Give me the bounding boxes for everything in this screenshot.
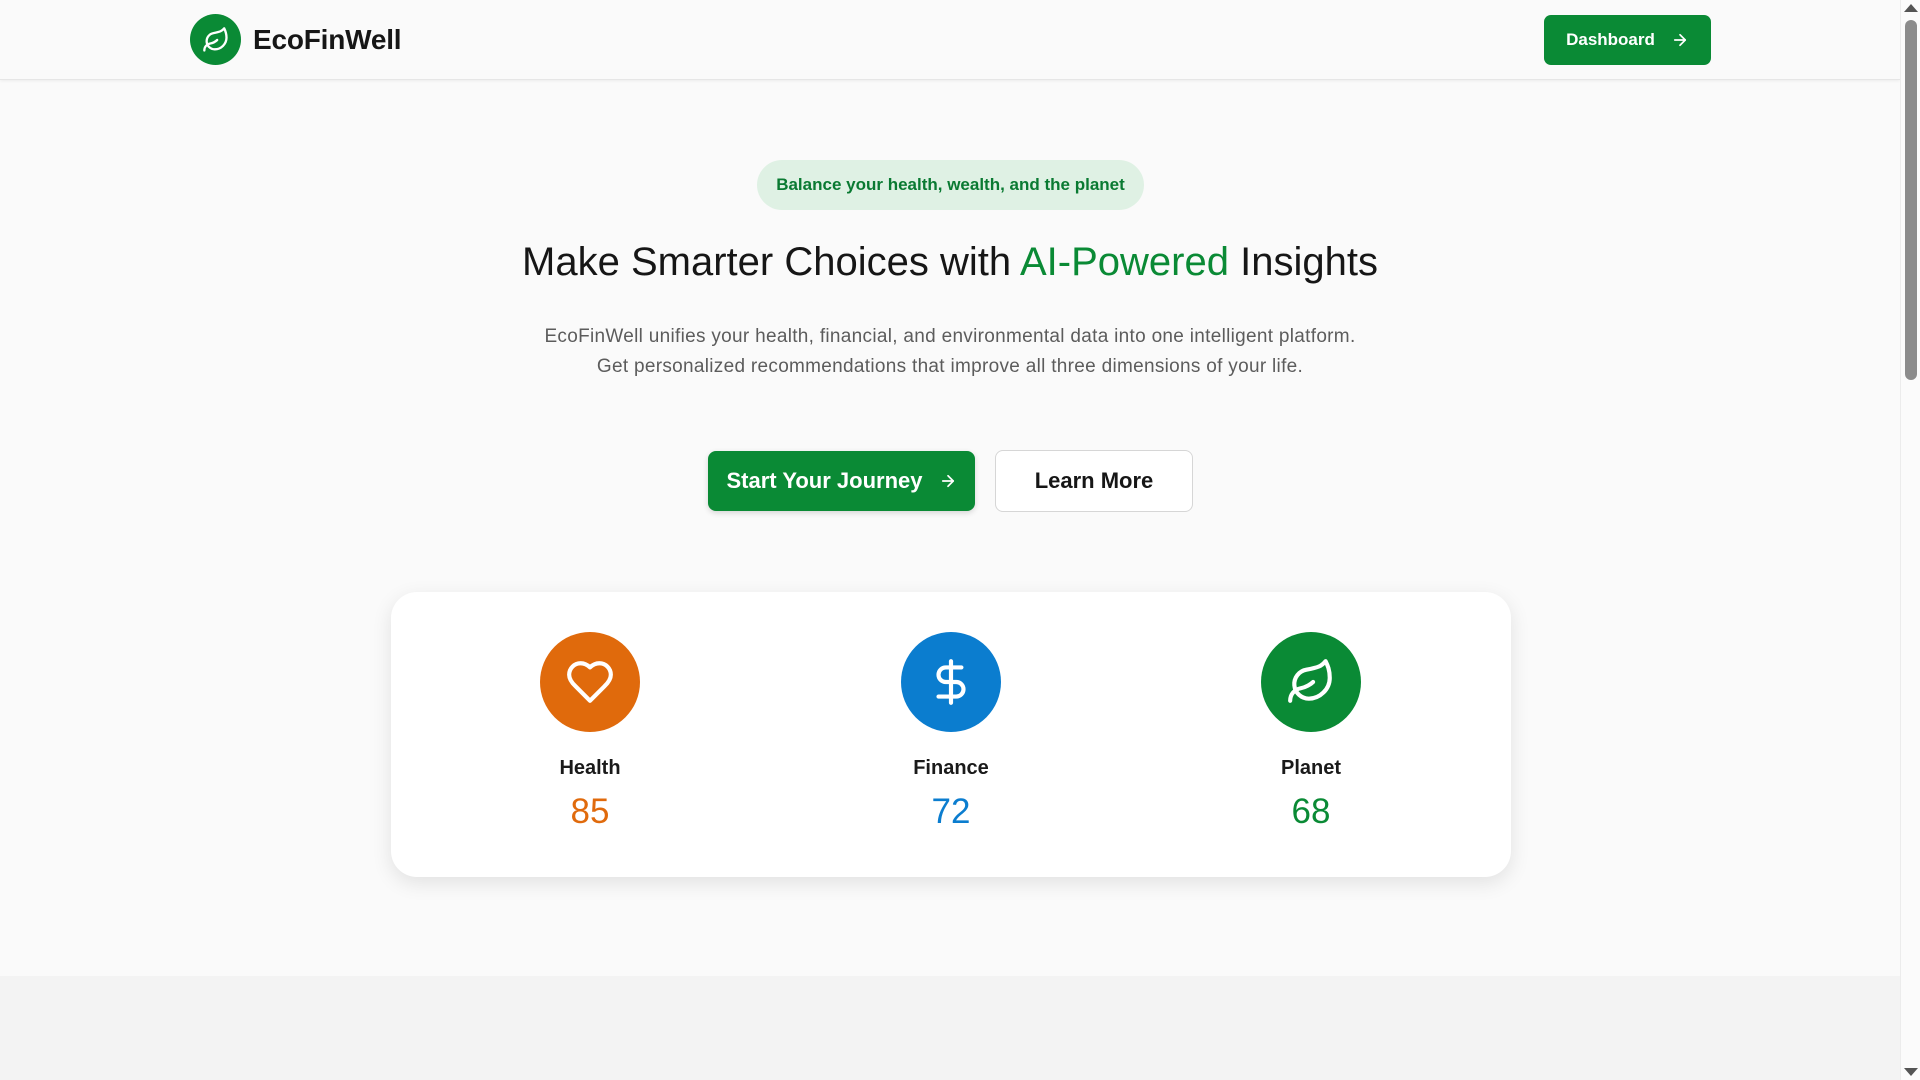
health-label: Health [559,757,621,779]
planet-metric: Planet 68 [1211,632,1411,832]
dollar-icon [901,632,1001,732]
health-score: 85 [570,792,610,831]
dashboard-button-label: Dashboard [1566,30,1655,49]
leaf-icon [190,14,241,65]
finance-metric: Finance 72 [851,632,1051,832]
brand-name: EcoFinWell [253,23,402,55]
start-journey-label: Start Your Journey [726,468,923,493]
learn-more-button[interactable]: Learn More [995,450,1193,512]
arrow-right-icon [1673,33,1686,47]
dashboard-button[interactable]: Dashboard [1544,15,1711,65]
planet-score: 68 [1291,792,1331,831]
next-section-background [0,976,1900,1080]
page: EcoFinWell Dashboard Balance your health… [0,0,1920,1080]
start-journey-button[interactable]: Start Your Journey [708,451,975,511]
score-card: Health 85 Finance 72 Planet 68 [391,592,1511,877]
top-navigation-bar: EcoFinWell Dashboard [0,0,1900,80]
brand[interactable]: EcoFinWell [190,14,402,65]
finance-label: Finance [913,757,989,779]
vertical-scrollbar[interactable] [1900,0,1920,1080]
health-metric: Health 85 [490,632,690,832]
learn-more-label: Learn More [1034,468,1154,493]
hero-description: EcoFinWell unifies your health, financia… [544,326,1356,377]
hero-title: Make Smarter Choices with AI-Powered Ins… [0,240,1900,285]
hero-title-accent: AI-Powered [1020,240,1229,284]
tagline-badge: Balance your health, wealth, and the pla… [757,160,1144,210]
leaf-icon [1261,632,1361,732]
heart-icon [540,632,640,732]
finance-score: 72 [931,792,971,831]
arrow-right-icon [941,474,954,488]
scroll-down-arrow-icon[interactable] [1904,1068,1918,1076]
hero-title-prefix: Make Smarter Choices with [522,240,1020,284]
hero-title-suffix: Insights [1228,240,1378,284]
scrollbar-thumb[interactable] [1905,20,1917,380]
planet-label: Planet [1280,757,1342,779]
scroll-up-arrow-icon[interactable] [1904,4,1918,12]
